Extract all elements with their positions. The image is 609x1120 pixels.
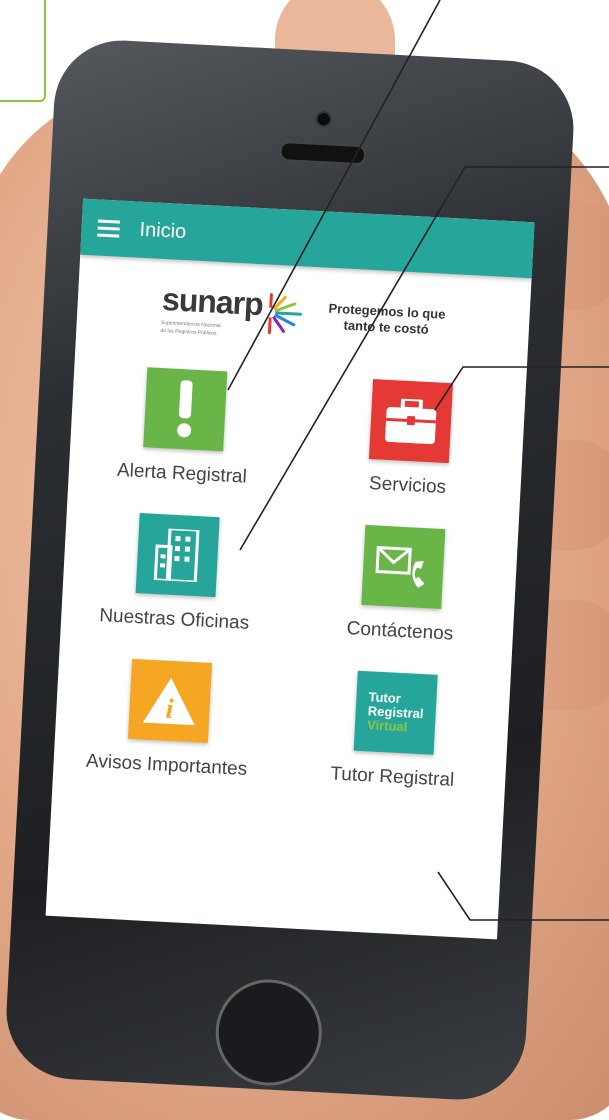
menu-item-servicios[interactable]: Servicios: [294, 375, 526, 503]
menu-item-label: Servicios: [368, 473, 447, 499]
tutor-icon-text: Tutor Registral Virtual: [366, 689, 424, 735]
menu-item-label: Contáctenos: [346, 618, 454, 645]
sunburst-icon: [265, 292, 302, 334]
contact-icon: [361, 524, 446, 609]
menu-item-contactenos[interactable]: Contáctenos: [286, 521, 518, 649]
menu-item-label: Nuestras Oficinas: [98, 605, 250, 634]
front-camera: [315, 110, 333, 128]
info-icon: i: [127, 658, 213, 743]
sunarp-logo: sunarp Superintendencia Nacional de los …: [160, 281, 307, 341]
menu-item-label: Alerta Registral: [116, 459, 248, 488]
brand-header: sunarp Superintendencia Nacional de los …: [76, 277, 530, 354]
menu-item-avisos-importantes[interactable]: i Avisos Importantes: [53, 655, 285, 783]
earpiece-speaker: [279, 140, 367, 166]
menu-item-label: Avisos Importantes: [85, 750, 248, 781]
app-screen: Inicio sunarp Superintendencia Nacional …: [45, 198, 535, 940]
menu-grid: Alerta Registral Servicios Nuestras Ofic…: [53, 363, 526, 794]
menu-item-label: Tutor Registral: [329, 763, 455, 791]
logo-text: sunarp: [161, 280, 264, 323]
briefcase-icon: [368, 379, 453, 464]
tagline: Protegemos lo que tanto te costó: [327, 300, 446, 338]
home-button[interactable]: [213, 976, 325, 1089]
tutor-icon: Tutor Registral Virtual: [353, 670, 438, 755]
app-bar-title: Inicio: [139, 218, 187, 243]
hamburger-menu-icon[interactable]: [97, 215, 121, 241]
callout-box: [0, 0, 46, 102]
phone-device: Inicio sunarp Superintendencia Nacional …: [3, 37, 577, 1103]
menu-item-alerta-registral[interactable]: Alerta Registral: [68, 363, 300, 491]
menu-item-nuestras-oficinas[interactable]: Nuestras Oficinas: [61, 509, 293, 637]
alert-icon: [143, 367, 228, 452]
menu-item-tutor-registral[interactable]: Tutor Registral Virtual Tutor Registral: [279, 667, 511, 795]
building-icon: [135, 513, 220, 598]
app-bar: Inicio: [80, 198, 535, 279]
